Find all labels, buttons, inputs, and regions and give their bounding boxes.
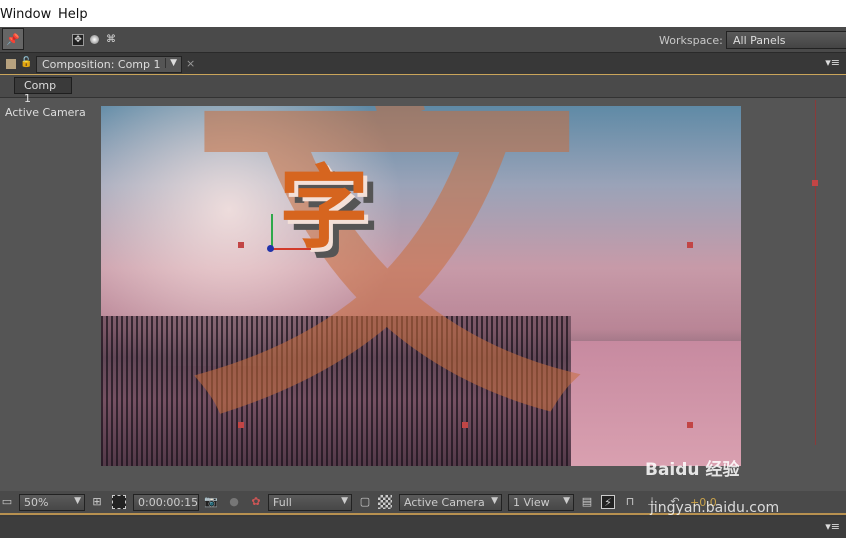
watermark-brand: Baidu 经验 [645, 460, 740, 480]
panel-menu-icon[interactable]: ▾≡ [825, 56, 840, 69]
guide-line[interactable] [815, 100, 816, 445]
layer-handle[interactable] [812, 180, 818, 186]
view-label: Active Camera [5, 106, 86, 119]
layer-handle[interactable] [238, 422, 244, 428]
views-value: 1 View [513, 496, 550, 509]
world-axis-icon[interactable]: ⌘ [105, 33, 117, 45]
composition-viewer[interactable]: 文 字 [101, 106, 741, 466]
magnification-value: 50% [24, 496, 49, 509]
camera-value: Active Camera [404, 496, 485, 509]
view-layout-select[interactable]: 1 View ▼ [508, 494, 574, 511]
region-of-interest-icon[interactable]: ▢ [358, 495, 372, 509]
chevron-down-icon[interactable]: ▼ [165, 58, 177, 68]
chevron-down-icon: ▼ [74, 496, 81, 506]
text-layer-small[interactable]: 字 [279, 164, 369, 254]
camera-select[interactable]: Active Camera ▼ [399, 494, 502, 511]
snapshot-icon[interactable]: 📷 [204, 495, 218, 509]
workspace-select[interactable]: All Panels [726, 31, 846, 49]
x-axis-gizmo[interactable] [271, 248, 311, 250]
move-axis-icon[interactable]: ✥ [72, 34, 84, 46]
chevron-down-icon: ▼ [563, 496, 570, 506]
always-preview-icon[interactable]: ▭ [0, 495, 14, 509]
transparency-grid-icon[interactable] [378, 495, 392, 509]
z-axis-gizmo[interactable] [267, 245, 274, 252]
chevron-down-icon: ▼ [491, 496, 498, 506]
fast-previews-icon[interactable]: ⚡ [601, 495, 615, 509]
resolution-select[interactable]: Full ▼ [268, 494, 352, 511]
lake-water [571, 341, 741, 466]
menu-bar: Window Help [0, 0, 846, 27]
layer-handle[interactable] [687, 242, 693, 248]
workspace-label: Workspace: [659, 34, 723, 47]
tab-composition[interactable]: Composition: Comp 1 ▼ [36, 56, 182, 73]
toggle-pixel-aspect-icon[interactable]: ▤ [580, 495, 594, 509]
panel-header: 🔓 Composition: Comp 1 ▼ × ▾≡ [0, 53, 846, 75]
breadcrumb[interactable]: Comp 1 [14, 77, 72, 105]
mask-visibility-icon[interactable] [112, 495, 126, 509]
watermark-url: jingyan.baidu.com [650, 500, 780, 516]
panel-menu-icon[interactable]: ▾≡ [825, 520, 840, 533]
chevron-down-icon: ▼ [341, 496, 348, 506]
panel-color-icon [6, 59, 16, 69]
panel-footer: ▾≡ [0, 517, 846, 538]
close-icon[interactable]: × [186, 57, 195, 70]
tab-label: Composition: Comp 1 [42, 58, 161, 71]
tools-toolbar: 📌 ✥ ⌘ Workspace: All Panels [0, 27, 846, 53]
lock-icon[interactable]: 🔓 [20, 57, 32, 68]
text-layer-large[interactable]: 文 [191, 106, 581, 436]
resolution-value: Full [273, 496, 292, 509]
layer-handle[interactable] [687, 422, 693, 428]
menu-help[interactable]: Help [58, 7, 88, 22]
safe-margins-icon[interactable]: ⊞ [90, 495, 104, 509]
menu-window[interactable]: Window [0, 7, 51, 22]
channel-icon[interactable]: ✿ [249, 495, 263, 509]
layer-handle[interactable] [238, 242, 244, 248]
breadcrumb-bar: Comp 1 [0, 75, 846, 105]
magnification-select[interactable]: 50% ▼ [19, 494, 85, 511]
show-snapshot-icon[interactable]: ● [227, 495, 241, 509]
layer-handle[interactable] [462, 422, 468, 428]
pin-tool-icon[interactable]: 📌 [2, 28, 24, 50]
timecode-field[interactable]: 0:00:00:15 [133, 494, 199, 511]
y-axis-gizmo[interactable] [271, 214, 273, 248]
sphere-icon[interactable] [90, 35, 99, 44]
timeline-icon[interactable]: ⊓ [623, 495, 637, 509]
